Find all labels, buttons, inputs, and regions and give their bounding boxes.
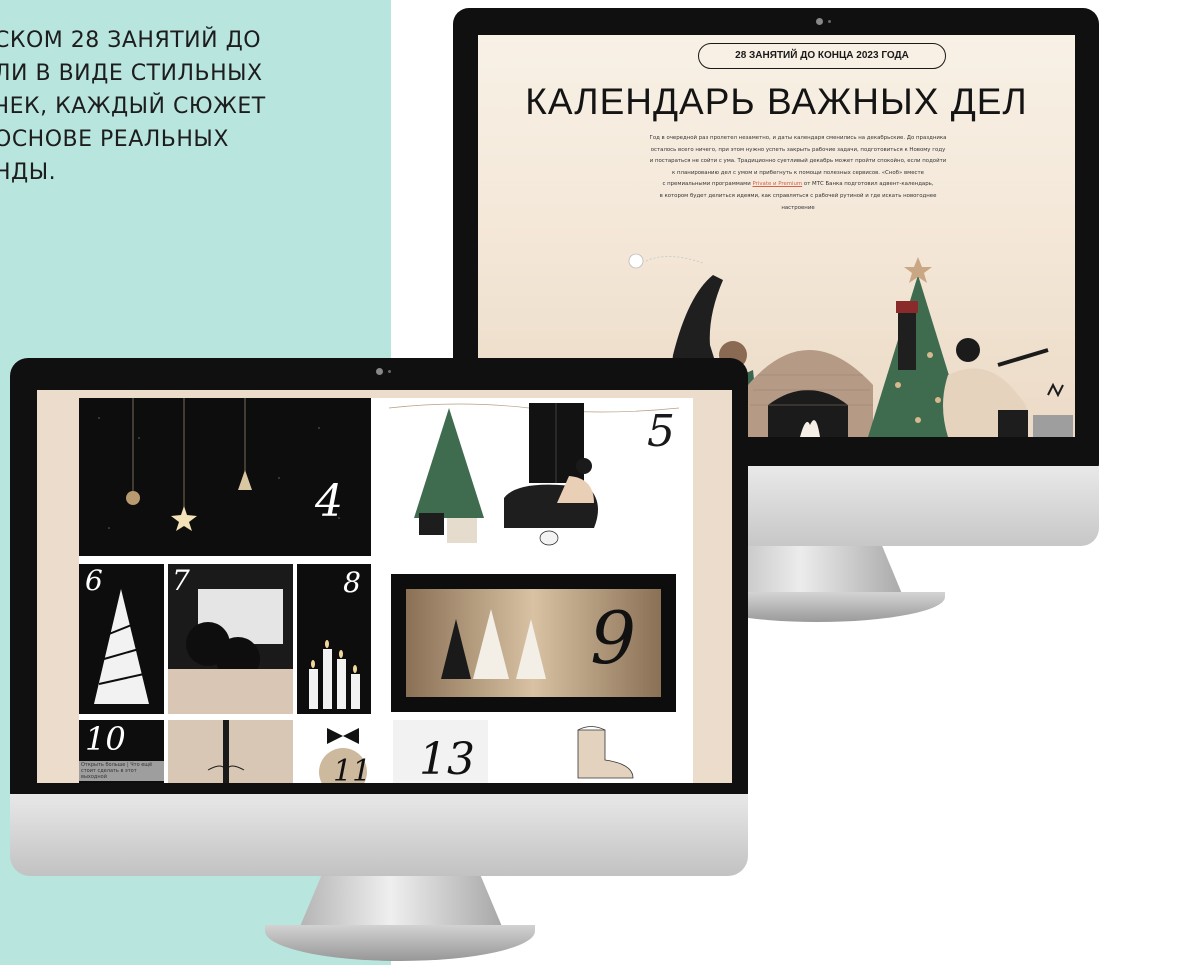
promo-line: ОСНОВЕ РЕАЛЬНЫХ — [0, 127, 229, 152]
intro-line: Год в очередной раз пролетел незаметно, … — [649, 135, 947, 141]
nutcracker-figure — [898, 310, 916, 370]
day-number: 11 — [333, 754, 372, 783]
day-number: 4 — [315, 476, 343, 527]
gift-box-icon — [419, 513, 444, 535]
intro-line: в котором будет делиться идеями, как спр… — [659, 192, 937, 199]
advent-calendar-grid: 4 5 6 7 8 9 10 Открыть больше | Что ещё … — [79, 398, 693, 783]
calendar-day-13[interactable]: 13 — [393, 720, 488, 783]
snowball-icon — [628, 253, 644, 269]
camera-light-icon — [828, 20, 831, 23]
calendar-day-skate[interactable] — [493, 720, 693, 783]
intro-line: настроение — [781, 204, 815, 211]
tree-ornament-icon — [238, 470, 252, 490]
intro-paragraph: Год в очередной раз пролетел незаметно, … — [618, 133, 978, 214]
gift-box-icon — [998, 410, 1028, 437]
snowball-trail — [645, 256, 704, 264]
flame-icons — [311, 640, 357, 673]
candle-icon — [309, 669, 318, 709]
nutcracker-hat — [896, 301, 918, 313]
woman-head — [576, 458, 592, 474]
promo-line: ЧЕК, КАЖДЫЙ СЮЖЕТ — [0, 94, 266, 119]
day-number: 5 — [647, 406, 675, 457]
bow-icon — [1047, 382, 1064, 398]
candle-icon — [337, 659, 346, 709]
intro-line: к планированию дел с умом и прибегнуть к… — [672, 169, 924, 176]
page-caption[interactable]: Открыть больше | Что ещё стоит сделать в… — [79, 761, 164, 781]
day-number: 6 — [85, 564, 103, 597]
day-number: 9 — [590, 596, 636, 680]
day-number: 10 — [85, 720, 126, 758]
intro-line: осталось всего ничего, при этом нужно ус… — [650, 146, 946, 153]
front-monitor-chin — [10, 794, 748, 876]
day-number: 7 — [172, 564, 190, 597]
calendar-day-7[interactable]: 7 — [168, 564, 293, 714]
camera-light-icon — [388, 370, 391, 373]
day-number: 13 — [419, 734, 475, 783]
skate-collar — [577, 726, 606, 731]
day-number: 8 — [343, 566, 361, 599]
christmas-tree-icon — [414, 408, 484, 518]
gift-illustration — [207, 720, 245, 783]
promo-line: НДЫ. — [0, 160, 57, 185]
gift-box-icon — [1033, 415, 1073, 437]
calendar-day-11[interactable]: 11 — [297, 720, 389, 783]
calendar-day-10[interactable]: 10 Открыть больше | Что ещё стоит сделат… — [79, 720, 164, 783]
dancer-head — [956, 338, 980, 362]
camera-icon — [816, 18, 823, 25]
skate-illustration — [577, 726, 634, 779]
calendar-day-6[interactable]: 6 — [79, 564, 164, 714]
sweaters — [168, 669, 293, 714]
tree-icon — [94, 589, 149, 704]
ornament-ball-icon — [126, 491, 140, 505]
calendar-day-5[interactable]: 5 — [379, 398, 693, 556]
promo-line: ЛИ В ВИДЕ СТИЛЬНЫХ — [0, 61, 263, 86]
front-monitor-screen: 4 5 6 7 8 9 10 Открыть больше | Что ещё … — [37, 390, 732, 783]
ice-skate-icon — [577, 729, 634, 779]
page-title: КАЛЕНДАРЬ ВАЖНЫХ ДЕЛ — [525, 81, 1028, 122]
calendar-day-4[interactable]: 4 — [79, 398, 371, 556]
gift-box-icon — [447, 518, 477, 543]
promo-text: СКОМ 28 ЗАНЯТИЙ ДО ЛИ В ВИДЕ СТИЛЬНЫХ ЧЕ… — [0, 24, 374, 189]
stars-background — [98, 417, 340, 529]
calendar-day-9[interactable]: 9 — [391, 574, 676, 712]
day-5-illustration — [388, 403, 680, 546]
calendar-day-8[interactable]: 8 — [297, 564, 371, 714]
camera-icon — [376, 368, 383, 375]
promo-line: СКОМ 28 ЗАНЯТИЙ ДО — [0, 28, 262, 53]
premium-program-link[interactable]: Private и Premium — [752, 181, 802, 187]
intro-line: и постараться не сойти с ума. Традиционн… — [649, 158, 947, 165]
star-ornament-icon — [171, 506, 197, 531]
intro-link-suffix: от МТС Банка подготовил адвент-календарь… — [802, 181, 934, 188]
dancer-leg — [997, 348, 1049, 367]
candle-icon — [323, 649, 332, 709]
window — [529, 403, 584, 483]
intro-link-prefix: с премиальными программами — [662, 181, 753, 188]
calendar-day-gift[interactable] — [168, 720, 293, 783]
candle-icon — [351, 674, 360, 709]
classes-badge[interactable]: 28 ЗАНЯТИЙ ДО КОНЦА 2023 ГОДА — [698, 43, 946, 69]
bow-icon — [327, 728, 359, 744]
cat-icon — [539, 530, 559, 546]
